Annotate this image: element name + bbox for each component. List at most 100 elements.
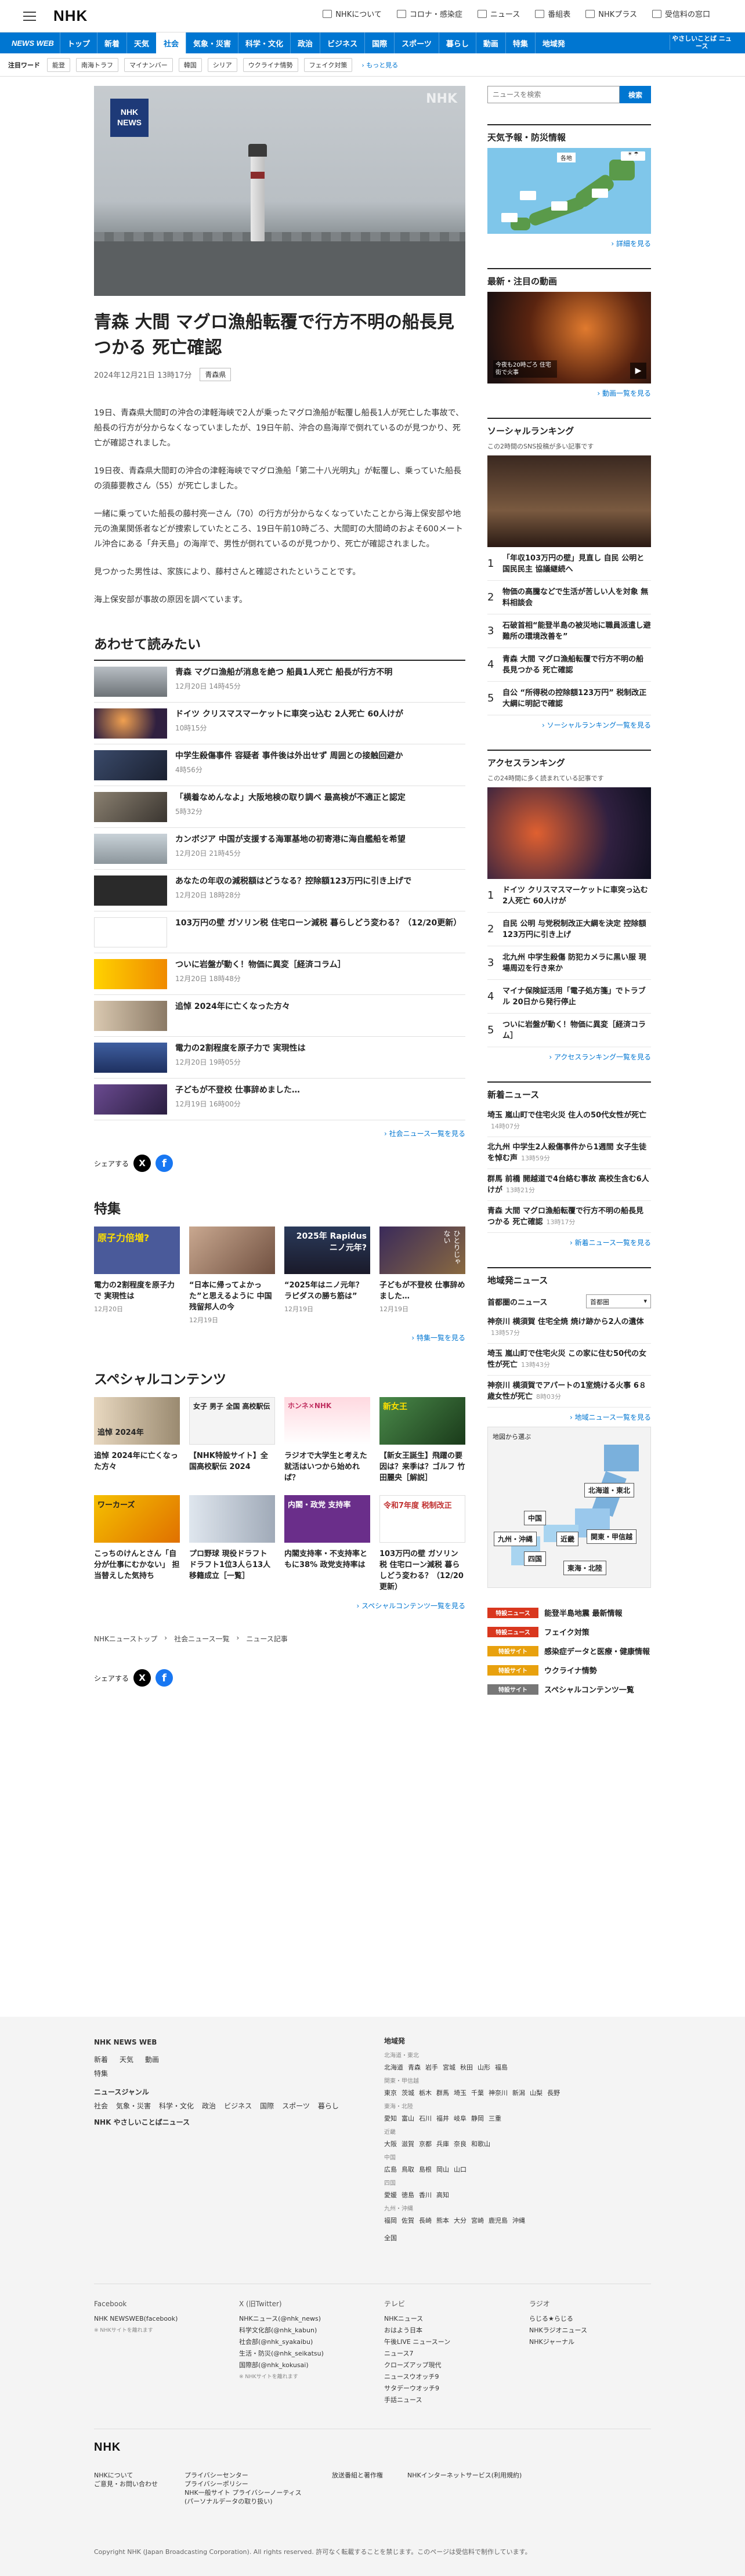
regional-news-item[interactable]: 埼玉 嵐山町で住宅火災 この家に住む50代の女性が死亡 13時43分 [487,1344,651,1376]
related-item[interactable]: 青森 マグロ漁船が消息を絶つ 船員1人死亡 船長が行方不明 12月20日 14時4… [94,661,465,703]
ranking-item[interactable]: 3 北九州 中学生殺傷 防犯カメラに黒い服 現場周辺を行き来か [487,946,651,980]
nav-item-politics[interactable]: 政治 [290,32,320,53]
nav-item-weather[interactable]: 天気 [126,32,156,53]
social-ranking-more-link[interactable]: › ソーシャルランキング一覧を見る [487,715,651,735]
nav-item-latest[interactable]: 新着 [96,32,126,53]
special-banner[interactable]: 特設サイト スペシャルコンテンツ一覧 [487,1680,651,1699]
region-shikoku[interactable]: 四国 [524,1551,547,1566]
breadcrumb-item[interactable]: 社会ニュース一覧 [174,1634,229,1644]
feature-card[interactable]: ひとりじゃない 子どもが不登校 仕事辞めました… 12月19日 [379,1227,465,1325]
latest-news-item[interactable]: 青森 大間 マグロ漁船転覆で行方不明の船長見つかる 死亡確認 13時17分 [487,1201,651,1233]
features-list-link[interactable]: › 特集一覧を見る [94,1333,465,1343]
related-item[interactable]: カンボジア 中国が支援する海軍基地の初寄港に海自艦船を希望 12月20日 21時4… [94,828,465,870]
special-card[interactable]: 新女王 【新女王誕生】飛躍の要因は？来季は？ゴルフ 竹田麗央［解説］ [379,1397,465,1484]
access-ranking-image[interactable] [487,787,651,879]
ranking-item[interactable]: 2 物価の高騰などで生活が苦しい人を対象 無料相談会 [487,581,651,614]
keyword-tag[interactable]: シリア [207,57,237,72]
search-input[interactable] [487,86,620,103]
latest-news-item[interactable]: 北九州 中学生2人殺傷事件から1週間 女子生徒を悼む声 13時59分 [487,1137,651,1169]
x-share-icon[interactable]: X [133,1669,151,1687]
footer-brand[interactable]: NHK NEWS WEB [94,2035,361,2049]
latest-news-item[interactable]: 群馬 前橋 開越道で4台絡む事故 高校生含む6人けが 13時21分 [487,1169,651,1201]
special-banner[interactable]: 特設ニュース フェイク対策 [487,1622,651,1641]
search-button[interactable]: 検索 [620,86,651,103]
breadcrumb-item[interactable]: NHKニューストップ [94,1634,157,1644]
footer-nhk-logo[interactable]: NHK [94,2441,121,2454]
special-card[interactable]: プロ野球 現役ドラフト ドラフト1位3人ら13人移籍成立［一覧］ [189,1495,275,1593]
keyword-tag[interactable]: フェイク対策 [303,57,353,72]
menu-icon[interactable] [23,11,36,21]
video-thumbnail[interactable]: 今夜も20時ごろ 住宅街で火事 ▶ [487,292,651,383]
keyword-tag[interactable]: ウクライナ情勢 [243,57,298,72]
related-item[interactable]: ついに岩盤が動く！物価に異変［経済コラム］ 12月20日 18時48分 [94,953,465,995]
nav-item-video[interactable]: 動画 [475,32,505,53]
region-kinki[interactable]: 近畿 [556,1532,579,1546]
regional-news-item[interactable]: 神奈川 横須賀 住宅全焼 焼け跡から2人の遺体13時57分 [487,1312,651,1344]
access-ranking-more-link[interactable]: › アクセスランキング一覧を見る [487,1047,651,1066]
nav-item-disaster[interactable]: 気象・災害 [186,32,238,53]
nhk-logo[interactable]: NHK [53,7,88,25]
nav-item-life[interactable]: 暮らし [438,32,476,53]
header-link-news[interactable]: ニュース [477,8,520,19]
related-item[interactable]: 子どもが不登校 仕事辞めました… 12月19日 16時00分 [94,1079,465,1120]
header-link-corona[interactable]: コロナ・感染症 [396,8,462,19]
social-ranking-image[interactable] [487,455,651,547]
nav-item-society[interactable]: 社会 [156,32,186,53]
x-share-icon[interactable]: X [133,1155,151,1172]
nav-item-international[interactable]: 国際 [364,32,394,53]
nav-item-business[interactable]: ビジネス [320,32,364,53]
region-select[interactable]: 首都圏 ▾ [586,1294,651,1308]
ranking-item[interactable]: 4 マイナ保険証活用「電子処方箋」でトラブル 20日から発行停止 [487,980,651,1014]
society-list-link[interactable]: › 社会ニュース一覧を見る [94,1128,465,1138]
weather-more-link[interactable]: › 詳細を見る [487,234,651,253]
related-item[interactable]: 「横着なめんなよ」大阪地検の取り調べ 最高検が不適正と認定 5時32分 [94,786,465,828]
header-link-plus[interactable]: NHKプラス [585,8,637,19]
nav-yasashii-news[interactable]: やさしいことば ニュース [670,35,733,50]
related-item[interactable]: 103万円の壁 ガソリン税 住宅ローン減税 暮らしどう変わる？（12/20更新） [94,911,465,953]
special-card[interactable]: ホンネ×NHK ラジオで大学生と考えた 就活はいつから始めれば？ [284,1397,370,1484]
related-item[interactable]: ドイツ クリスマスマーケットに車突っ込む 2人死亡 60人けが 10時15分 [94,703,465,744]
keyword-tag[interactable]: 南海トラフ [76,57,118,72]
facebook-share-icon[interactable]: f [155,1669,173,1687]
nav-item-top[interactable]: トップ [59,32,97,53]
region-kanto[interactable]: 関東・甲信越 [587,1529,637,1544]
region-chugoku[interactable]: 中国 [524,1511,547,1525]
header-link-fee[interactable]: 受信料の窓口 [652,8,710,19]
special-banner[interactable]: 特設サイト 感染症データと医療・健康情報 [487,1641,651,1660]
latest-news-more-link[interactable]: › 新着ニュース一覧を見る [487,1233,651,1252]
keyword-tag[interactable]: 韓国 [178,57,202,72]
play-icon[interactable]: ▶ [630,363,646,379]
keyword-tag[interactable]: マイナンバー [124,57,173,72]
special-card[interactable]: ワーカーズ こっちのけんとさん「自分が仕事にむかない」 担当替えした気持ち [94,1495,180,1593]
region-tohoku[interactable]: 北海道・東北 [584,1483,635,1497]
regional-more-link[interactable]: › 地域ニュース一覧を見る [487,1408,651,1427]
ranking-item[interactable]: 5 自公 “所得税の控除額123万円” 税制改正大綱に明記で確認 [487,682,651,715]
feature-card[interactable]: 2025年 Rapidus ニノ元年? “2025年はニノ元年？ ラピダスの勝ち筋… [284,1227,370,1325]
feature-card[interactable]: 原子力倍増? 電力の2割程度を原子力で 実現性は 12月20日 [94,1227,180,1325]
related-item[interactable]: あなたの年収の減税額はどうなる？控除額123万円に引き上げで 12月20日 18時… [94,870,465,911]
video-more-link[interactable]: › 動画一覧を見る [487,383,651,403]
special-card[interactable]: 内閣・政党 支持率 内閣支持率・不支持率ともに38% 政党支持率は [284,1495,370,1593]
latest-news-item[interactable]: 埼玉 嵐山町で住宅火災 住人の50代女性が死亡14時07分 [487,1105,651,1137]
regional-news-item[interactable]: 神奈川 横須賀でアパートの1室焼ける火事 6８歳女性が死亡 8時03分 [487,1376,651,1408]
article-category[interactable]: 青森県 [200,368,232,381]
related-item[interactable]: 中学生殺傷事件 容疑者 事件後は外出せず 周囲との接触回避か 4時56分 [94,744,465,786]
special-card[interactable]: 女子 男子 全国 高校駅伝 【NHK特設サイト】全国高校駅伝 2024 [189,1397,275,1484]
header-link-schedule[interactable]: 番組表 [535,8,570,19]
keyword-more-link[interactable]: › もっと見る [361,60,398,70]
ranking-item[interactable]: 1 「年収103万円の壁」見直し 自民 公明と国民民主 協議継続へ [487,547,651,581]
ranking-item[interactable]: 5 ついに岩盤が動く！物価に異変［経済コラム］ [487,1014,651,1047]
facebook-share-icon[interactable]: f [155,1155,173,1172]
ranking-item[interactable]: 4 青森 大間 マグロ漁船転覆で行方不明の船長見つかる 死亡確認 [487,648,651,682]
weather-map[interactable]: 各地 ☀ ☂ [487,148,651,234]
special-card[interactable]: 令和7年度 税制改正 103万円の壁 ガソリン税 住宅ローン減税 暮らしどう変わる… [379,1495,465,1593]
feature-card[interactable]: “日本に帰ってよかった”と思えるように 中国残留邦人の今 12月19日 [189,1227,275,1325]
region-tokai[interactable]: 東海・北陸 [563,1561,607,1575]
nav-item-science[interactable]: 科学・文化 [238,32,290,53]
newsweb-brand[interactable]: NEWS WEB [12,39,54,48]
special-banner[interactable]: 特設ニュース 能登半島地震 最新情報 [487,1603,651,1622]
region-kyushu[interactable]: 九州・沖縄 [494,1532,537,1546]
nav-item-sports[interactable]: スポーツ [394,32,439,53]
related-item[interactable]: 電力の2割程度を原子力で 実現性は 12月20日 19時05分 [94,1037,465,1079]
special-banner[interactable]: 特設サイト ウクライナ情勢 [487,1660,651,1680]
